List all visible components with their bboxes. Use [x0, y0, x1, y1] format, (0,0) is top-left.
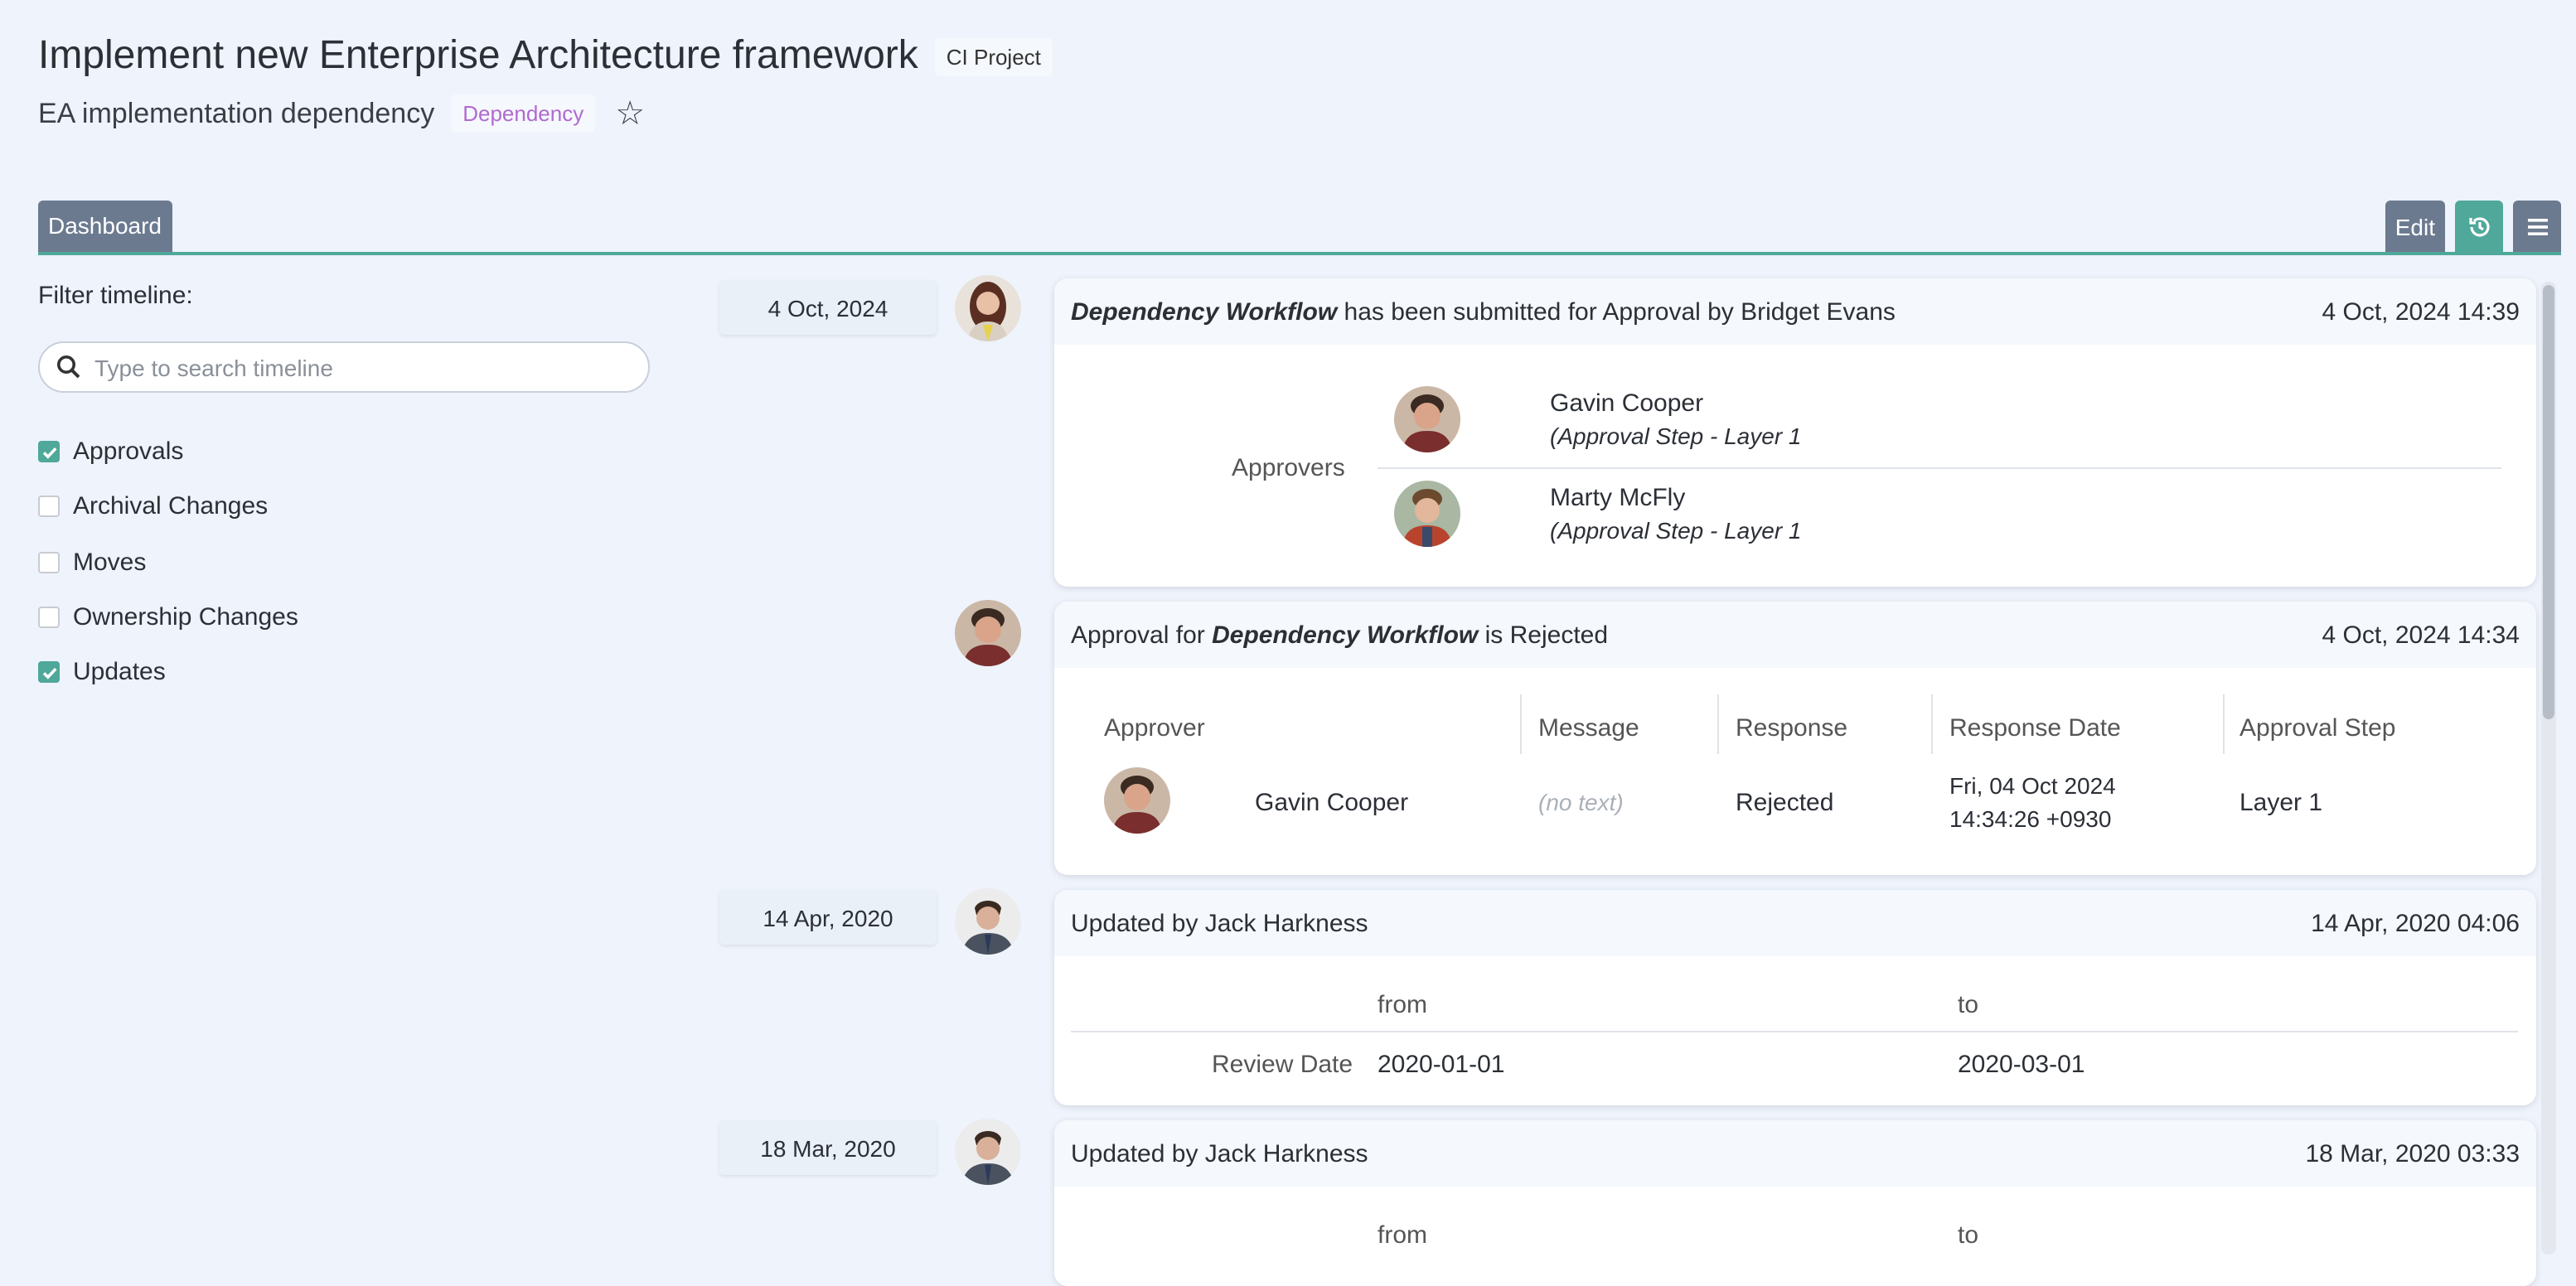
- search-input[interactable]: [91, 352, 628, 382]
- favorite-star-icon[interactable]: ☆: [615, 97, 645, 130]
- column-divider: [1931, 694, 1933, 754]
- from-header: from: [1378, 1221, 1427, 1250]
- approver-step: (Approval Step - Layer 1: [1550, 423, 1802, 449]
- column-divider: [1520, 694, 1522, 754]
- filter-label-updates: Updates: [73, 658, 166, 687]
- subtype-badge: Dependency: [451, 94, 596, 133]
- column-divider: [1717, 694, 1719, 754]
- timeline-date: 14 Apr, 2020: [719, 890, 937, 945]
- approvers-label: Approvers: [1232, 454, 1345, 482]
- workflow-name: Dependency Workflow: [1071, 297, 1338, 326]
- field-name: Review Date: [1212, 1051, 1353, 1079]
- checkbox-moves[interactable]: [38, 551, 60, 573]
- avatar: [955, 275, 1021, 341]
- approver-row: Marty McFly (Approval Step - Layer 1: [1394, 469, 2501, 562]
- card-timestamp: 4 Oct, 2024 14:39: [2322, 297, 2520, 326]
- filter-label: Filter timeline:: [38, 282, 193, 310]
- from-value: 2020-01-01: [1378, 1051, 1505, 1079]
- page-subtitle: EA implementation dependency: [38, 97, 435, 128]
- avatar: [955, 1119, 1021, 1185]
- card-title: Approval for Dependency Workflow is Reje…: [1071, 621, 1608, 649]
- checkbox-approvals[interactable]: [38, 441, 60, 463]
- approval-step-value: Layer 1: [2239, 789, 2323, 817]
- avatar: [1394, 386, 1460, 452]
- filter-updates[interactable]: Updates: [38, 645, 298, 700]
- to-header: to: [1958, 1221, 1979, 1250]
- timeline-card-update: Updated by Jack Harkness 18 Mar, 2020 03…: [1054, 1120, 2536, 1286]
- history-button[interactable]: [2455, 201, 2503, 252]
- checkbox-updates[interactable]: [38, 661, 60, 684]
- avatar: [1394, 481, 1460, 547]
- card-timestamp: 14 Apr, 2020 04:06: [2311, 909, 2520, 937]
- filter-moves[interactable]: Moves: [38, 534, 298, 590]
- to-header: to: [1958, 991, 1979, 1019]
- checkbox-archival-changes[interactable]: [38, 496, 60, 518]
- column-header-approval-step: Approval Step: [2239, 714, 2396, 742]
- to-value: 2020-03-01: [1958, 1051, 2085, 1079]
- menu-button[interactable]: [2513, 201, 2561, 252]
- card-header: Approval for Dependency Workflow is Reje…: [1054, 602, 2536, 668]
- search-icon: [57, 355, 80, 379]
- response-date-line2: 14:34:26 +0930: [1949, 805, 2112, 832]
- divider: [1071, 1031, 2518, 1032]
- response-date-line1: Fri, 04 Oct 2024: [1949, 772, 2116, 799]
- filter-approvals[interactable]: Approvals: [38, 424, 298, 480]
- approver-row: Gavin Cooper (Approval Step - Layer 1: [1394, 375, 2501, 467]
- timeline-card-approval-submitted: Dependency Workflow has been submitted f…: [1054, 278, 2536, 587]
- card-header: Updated by Jack Harkness 14 Apr, 2020 04…: [1054, 890, 2536, 956]
- avatar: [955, 888, 1021, 955]
- card-header: Dependency Workflow has been submitted f…: [1054, 278, 2536, 345]
- filter-label-approvals: Approvals: [73, 438, 184, 467]
- filter-archival-changes[interactable]: Archival Changes: [38, 480, 298, 535]
- response-value: Rejected: [1736, 789, 1834, 817]
- tab-underline: [38, 252, 2561, 255]
- approver-name: Gavin Cooper: [1255, 789, 1409, 817]
- workflow-name: Dependency Workflow: [1212, 621, 1479, 649]
- column-divider: [2223, 694, 2225, 754]
- approver-step: (Approval Step - Layer 1: [1550, 517, 1802, 544]
- approver-name: Marty McFly: [1550, 484, 1686, 512]
- card-title: Updated by Jack Harkness: [1071, 1139, 1368, 1168]
- type-badge: CI Project: [934, 37, 1053, 75]
- edit-button[interactable]: Edit: [2385, 201, 2445, 252]
- menu-icon: [2527, 218, 2547, 234]
- from-header: from: [1378, 991, 1427, 1019]
- card-title: Dependency Workflow has been submitted f…: [1071, 297, 1896, 326]
- card-title-suffix: is Rejected: [1478, 621, 1609, 649]
- timeline-search[interactable]: [38, 341, 650, 393]
- card-title-rest: has been submitted for Approval by Bridg…: [1337, 297, 1896, 326]
- avatar: [955, 600, 1021, 666]
- approver-name: Gavin Cooper: [1550, 389, 1704, 418]
- history-icon: [2468, 216, 2489, 236]
- avatar: [1104, 767, 1170, 834]
- toolbar: Edit: [2385, 201, 2561, 252]
- card-timestamp: 18 Mar, 2020 03:33: [2305, 1139, 2520, 1168]
- column-header-response: Response: [1736, 714, 1848, 742]
- column-header-response-date: Response Date: [1949, 714, 2121, 742]
- timeline-card-approval-rejected: Approval for Dependency Workflow is Reje…: [1054, 602, 2536, 875]
- scrollbar-thumb[interactable]: [2543, 285, 2554, 719]
- page-title: Implement new Enterprise Architecture fr…: [38, 33, 918, 78]
- column-header-message: Message: [1538, 714, 1639, 742]
- filter-label-moves: Moves: [73, 548, 147, 577]
- message-value: (no text): [1538, 789, 1624, 815]
- column-header-approver: Approver: [1104, 714, 1205, 742]
- filter-label-archival-changes: Archival Changes: [73, 492, 269, 521]
- card-title: Updated by Jack Harkness: [1071, 909, 1368, 937]
- subtitle-row: EA implementation dependency Dependency …: [38, 94, 645, 133]
- checkbox-ownership-changes[interactable]: [38, 607, 60, 629]
- card-header: Updated by Jack Harkness 18 Mar, 2020 03…: [1054, 1120, 2536, 1187]
- timeline-date: 4 Oct, 2024: [719, 280, 937, 335]
- filter-list: Approvals Archival Changes Moves Ownersh…: [38, 424, 298, 700]
- title-row: Implement new Enterprise Architecture fr…: [38, 33, 1053, 80]
- filter-label-ownership-changes: Ownership Changes: [73, 603, 298, 632]
- card-timestamp: 4 Oct, 2024 14:34: [2322, 621, 2520, 649]
- timeline-date: 18 Mar, 2020: [719, 1120, 937, 1175]
- card-title-prefix: Approval for: [1071, 621, 1213, 649]
- filter-ownership-changes[interactable]: Ownership Changes: [38, 590, 298, 645]
- timeline-card-update: Updated by Jack Harkness 14 Apr, 2020 04…: [1054, 890, 2536, 1105]
- tab-dashboard[interactable]: Dashboard: [38, 201, 172, 252]
